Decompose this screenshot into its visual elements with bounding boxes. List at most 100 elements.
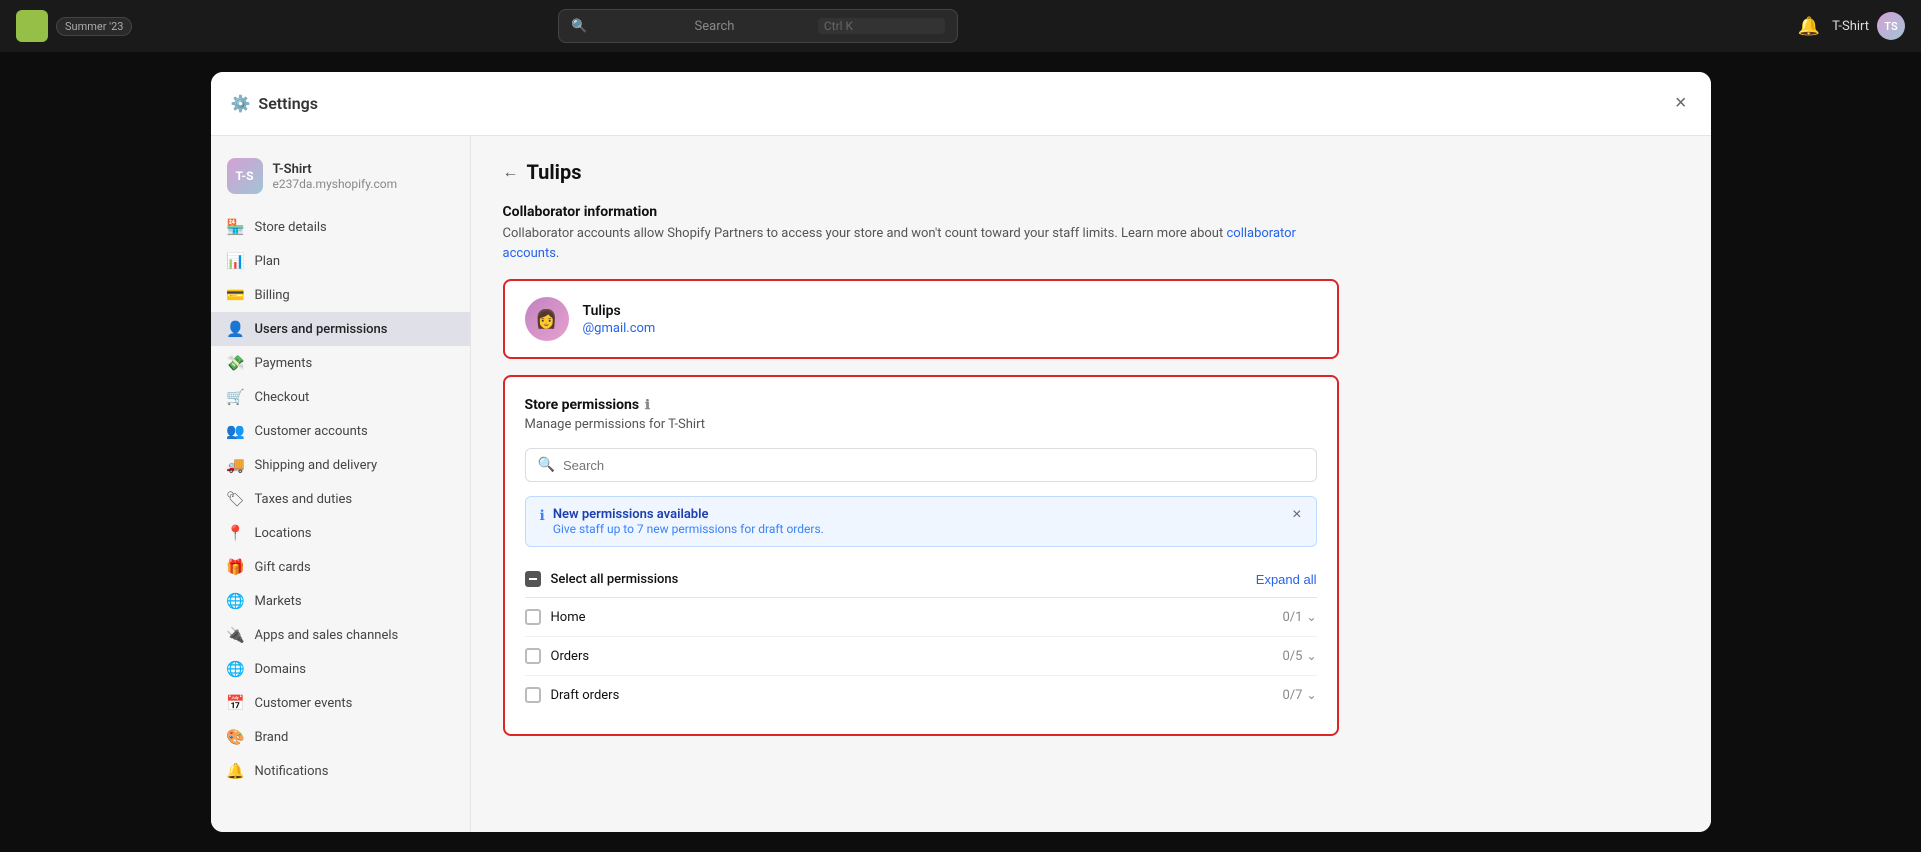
- permission-row-home: Home 0/1 ⌄: [525, 598, 1317, 637]
- permission-label-draft-orders: Draft orders: [551, 688, 620, 703]
- permission-chevron-orders[interactable]: ⌄: [1306, 649, 1316, 663]
- collaborator-section: Collaborator information Collaborator ac…: [503, 204, 1339, 263]
- permissions-subtitle: Manage permissions for T-Shirt: [525, 417, 1317, 432]
- sidebar-item-domains[interactable]: 🌐 Domains: [211, 652, 470, 686]
- sidebar-item-plan[interactable]: 📊 Plan: [211, 244, 470, 278]
- apps-icon: 🔌: [227, 626, 245, 644]
- banner-info-icon: ℹ: [540, 508, 545, 524]
- settings-sidebar: T-S T-Shirt e237da.myshopify.com 🏪 Store…: [211, 136, 471, 832]
- sidebar-item-store-details[interactable]: 🏪 Store details: [211, 210, 470, 244]
- permissions-card: Store permissions ℹ Manage permissions f…: [503, 375, 1339, 736]
- main-content: ← Tulips Collaborator information Collab…: [471, 136, 1711, 832]
- collaborator-section-desc: Collaborator accounts allow Shopify Part…: [503, 224, 1339, 263]
- permissions-info-banner: ℹ New permissions available Give staff u…: [525, 496, 1317, 547]
- select-all-row: Select all permissions Expand all: [525, 561, 1317, 598]
- permission-count-home: 0/1 ⌄: [1282, 610, 1316, 625]
- user-avatar-emoji: 👩: [535, 309, 557, 330]
- permission-count-value-orders: 0/5: [1282, 649, 1302, 664]
- user-avatar: 👩: [525, 297, 569, 341]
- sidebar-label-payments: Payments: [255, 356, 313, 371]
- page-title: Tulips: [527, 160, 582, 184]
- sidebar-item-apps-sales-channels[interactable]: 🔌 Apps and sales channels: [211, 618, 470, 652]
- store-name: T-Shirt: [273, 162, 398, 177]
- sidebar-label-shipping-delivery: Shipping and delivery: [255, 458, 378, 473]
- sidebar-label-billing: Billing: [255, 288, 290, 303]
- global-search[interactable]: 🔍 Search Ctrl K: [558, 9, 958, 43]
- info-icon: ℹ: [645, 398, 650, 413]
- sidebar-nav: 🏪 Store details 📊 Plan 💳 Billing 👤 Users…: [211, 210, 470, 788]
- modal-close-button[interactable]: ×: [1671, 88, 1691, 119]
- permission-left-home: Home: [525, 609, 586, 625]
- expand-all-button[interactable]: Expand all: [1256, 572, 1317, 587]
- markets-icon: 🌐: [227, 592, 245, 610]
- sidebar-label-brand: Brand: [255, 730, 289, 745]
- sidebar-item-checkout[interactable]: 🛒 Checkout: [211, 380, 470, 414]
- permission-chevron-draft-orders[interactable]: ⌄: [1306, 688, 1316, 702]
- sidebar-item-notifications[interactable]: 🔔 Notifications: [211, 754, 470, 788]
- permission-count-orders: 0/5 ⌄: [1282, 649, 1316, 664]
- sidebar-item-shipping-delivery[interactable]: 🚚 Shipping and delivery: [211, 448, 470, 482]
- user-menu[interactable]: T-Shirt TS: [1832, 12, 1905, 40]
- sidebar-item-payments[interactable]: 💸 Payments: [211, 346, 470, 380]
- permission-checkbox-home[interactable]: [525, 609, 541, 625]
- sidebar-label-checkout: Checkout: [255, 390, 310, 405]
- sidebar-item-users-permissions[interactable]: 👤 Users and permissions: [211, 312, 470, 346]
- permission-row-draft-orders: Draft orders 0/7 ⌄: [525, 676, 1317, 714]
- search-label: Search: [695, 19, 810, 34]
- modal-overlay: ⚙️ Settings × T-S T-Shirt e237da.myshopi…: [0, 52, 1921, 852]
- gift-cards-icon: 🎁: [227, 558, 245, 576]
- summer-badge: Summer '23: [56, 17, 132, 36]
- user-card-content: 👩 Tulips @gmail.com: [505, 281, 1337, 357]
- permissions-header: Store permissions ℹ Manage permissions f…: [525, 397, 1317, 432]
- taxes-icon: 🏷: [227, 490, 245, 508]
- sidebar-item-billing[interactable]: 💳 Billing: [211, 278, 470, 312]
- notifications-icon: 🔔: [227, 762, 245, 780]
- sidebar-label-markets: Markets: [255, 594, 302, 609]
- permission-chevron-home[interactable]: ⌄: [1306, 610, 1316, 624]
- banner-desc: Give staff up to 7 new permissions for d…: [553, 522, 1284, 536]
- store-avatar: T-S: [227, 158, 263, 194]
- sidebar-item-gift-cards[interactable]: 🎁 Gift cards: [211, 550, 470, 584]
- domains-icon: 🌐: [227, 660, 245, 678]
- customer-accounts-icon: 👥: [227, 422, 245, 440]
- select-all-left: Select all permissions: [525, 571, 679, 587]
- permission-checkbox-draft-orders[interactable]: [525, 687, 541, 703]
- sidebar-label-customer-events: Customer events: [255, 696, 353, 711]
- permissions-search[interactable]: 🔍: [525, 448, 1317, 482]
- permission-left-orders: Orders: [525, 648, 590, 664]
- permission-checkbox-orders[interactable]: [525, 648, 541, 664]
- sidebar-label-notifications: Notifications: [255, 764, 329, 779]
- checkout-icon: 🛒: [227, 388, 245, 406]
- sidebar-item-customer-events[interactable]: 📅 Customer events: [211, 686, 470, 720]
- select-all-checkbox[interactable]: [525, 571, 541, 587]
- sidebar-label-domains: Domains: [255, 662, 306, 677]
- settings-gear-icon: ⚙️: [231, 94, 251, 113]
- user-details: Tulips @gmail.com: [583, 303, 656, 336]
- search-icon-small: 🔍: [538, 457, 555, 473]
- sidebar-item-taxes-duties[interactable]: 🏷 Taxes and duties: [211, 482, 470, 516]
- topbar: Summer '23 🔍 Search Ctrl K 🔔 T-Shirt TS: [0, 0, 1921, 52]
- banner-close-button[interactable]: ×: [1292, 507, 1301, 523]
- notification-icon[interactable]: 🔔: [1798, 16, 1820, 37]
- sidebar-label-store-details: Store details: [255, 220, 327, 235]
- users-icon: 👤: [227, 320, 245, 338]
- permission-count-draft-orders: 0/7 ⌄: [1282, 688, 1316, 703]
- permissions-search-input[interactable]: [563, 458, 1304, 473]
- billing-icon: 💳: [227, 286, 245, 304]
- user-avatar-top: TS: [1877, 12, 1905, 40]
- search-icon: 🔍: [571, 19, 686, 34]
- customer-events-icon: 📅: [227, 694, 245, 712]
- back-button[interactable]: ←: [503, 162, 519, 182]
- sidebar-item-customer-accounts[interactable]: 👥 Customer accounts: [211, 414, 470, 448]
- breadcrumb-nav: ← Tulips: [503, 160, 1339, 184]
- sidebar-label-locations: Locations: [255, 526, 312, 541]
- store-domain: e237da.myshopify.com: [273, 177, 398, 191]
- sidebar-item-locations[interactable]: 📍 Locations: [211, 516, 470, 550]
- user-email: @gmail.com: [583, 321, 656, 336]
- store-details-icon: 🏪: [227, 218, 245, 236]
- modal-body: T-S T-Shirt e237da.myshopify.com 🏪 Store…: [211, 136, 1711, 832]
- sidebar-item-markets[interactable]: 🌐 Markets: [211, 584, 470, 618]
- sidebar-store-info: T-S T-Shirt e237da.myshopify.com: [211, 148, 470, 210]
- settings-modal: ⚙️ Settings × T-S T-Shirt e237da.myshopi…: [211, 72, 1711, 832]
- sidebar-item-brand[interactable]: 🎨 Brand: [211, 720, 470, 754]
